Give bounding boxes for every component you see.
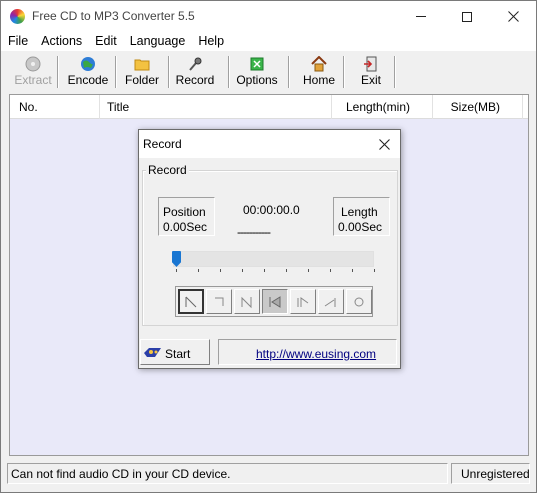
forward-icon (297, 296, 309, 307)
pause-icon (241, 296, 252, 308)
start-icon (143, 345, 163, 362)
record-play-button[interactable] (178, 289, 204, 314)
level-display: ----------- (237, 225, 271, 239)
title-bar: Free CD to MP3 Converter 5.5 (1, 1, 536, 32)
toolbar-separator (288, 56, 290, 88)
exit-label: Exit (360, 73, 381, 87)
toolbar-separator (115, 56, 117, 88)
toolbar-separator (343, 56, 345, 88)
toolbar-separator (57, 56, 59, 88)
start-button[interactable]: Start (140, 339, 210, 365)
main-window: Free CD to MP3 Converter 5.5 File Action… (0, 0, 537, 493)
rewind-icon (269, 295, 281, 308)
options-icon (249, 56, 265, 72)
record-controls (175, 286, 373, 317)
record-dialog: Record Record Position 0.00Sec 00:00:00.… (138, 129, 401, 369)
record-button[interactable]: Record (174, 55, 216, 89)
encode-label: Encode (67, 73, 109, 87)
options-button[interactable]: Options (236, 55, 278, 89)
menu-help[interactable]: Help (191, 32, 230, 51)
home-label: Home (302, 73, 335, 87)
exit-icon (363, 56, 379, 72)
position-label: Position (163, 205, 206, 219)
menu-actions[interactable]: Actions (34, 32, 88, 51)
record-dot-icon (354, 297, 364, 306)
column-header-title[interactable]: Title (100, 95, 332, 119)
folder-label: Folder (124, 73, 159, 87)
status-message: Can not find audio CD in your CD device. (7, 463, 448, 484)
position-box: Position 0.00Sec (158, 197, 215, 236)
record-dot-button[interactable] (346, 289, 372, 314)
position-value: 0.00Sec (163, 220, 208, 234)
list-header: No. Title Length(min) Size(MB) (10, 95, 528, 119)
website-link-box: http://www.eusing.com (218, 339, 397, 365)
cd-app-icon (10, 9, 25, 24)
home-icon (311, 56, 327, 72)
globe-icon (80, 56, 96, 72)
maximize-icon (462, 11, 472, 22)
position-slider-track[interactable] (173, 251, 374, 267)
menu-language[interactable]: Language (123, 32, 192, 51)
time-display: 00:00:00.0 (243, 203, 300, 217)
menu-edit[interactable]: Edit (88, 32, 123, 51)
toolbar-separator (228, 56, 230, 88)
stop-icon (215, 297, 224, 306)
minimize-button[interactable] (398, 1, 444, 32)
start-label: Start (165, 347, 191, 361)
microphone-icon (187, 56, 203, 72)
end-icon (324, 297, 336, 307)
options-label: Options (236, 73, 278, 87)
end-button[interactable] (318, 289, 344, 314)
stop-button[interactable] (206, 289, 232, 314)
extract-label: Extract (14, 73, 52, 87)
length-label: Length (341, 205, 378, 219)
home-button[interactable]: Home (300, 55, 338, 89)
close-icon (378, 138, 390, 150)
column-header-length[interactable]: Length(min) (332, 95, 433, 119)
length-box: Length 0.00Sec (333, 197, 390, 236)
rewind-button[interactable] (262, 289, 288, 314)
close-icon (507, 11, 519, 22)
dialog-close-button[interactable] (375, 135, 393, 153)
extract-button[interactable]: Extract (13, 55, 53, 89)
status-bar: Can not find audio CD in your CD device.… (1, 461, 536, 492)
window-title: Free CD to MP3 Converter 5.5 (32, 9, 195, 23)
menu-bar: File Actions Edit Language Help (1, 32, 536, 51)
dialog-title: Record (143, 137, 182, 151)
column-header-size[interactable]: Size(MB) (433, 95, 523, 119)
toolbar: Extract Encode Folder Record Options Hom… (1, 52, 536, 91)
menu-file[interactable]: File (1, 32, 34, 51)
folder-icon (134, 56, 150, 72)
dialog-title-bar: Record (139, 130, 400, 158)
exit-button[interactable]: Exit (357, 55, 385, 89)
close-button[interactable] (490, 1, 536, 32)
folder-button[interactable]: Folder (122, 55, 162, 89)
record-group-label: Record (146, 163, 189, 177)
toolbar-separator (168, 56, 170, 88)
forward-button[interactable] (290, 289, 316, 314)
registration-status: Unregistered (451, 463, 530, 484)
slider-ticks (176, 269, 376, 273)
record-label: Record (175, 73, 215, 87)
pause-button[interactable] (234, 289, 260, 314)
website-link[interactable]: http://www.eusing.com (256, 347, 376, 361)
length-value: 0.00Sec (338, 220, 383, 234)
play-icon (185, 296, 197, 307)
encode-button[interactable]: Encode (65, 55, 111, 89)
toolbar-separator (394, 56, 396, 88)
column-header-no[interactable]: No. (10, 95, 100, 119)
minimize-icon (416, 16, 426, 17)
maximize-button[interactable] (444, 1, 490, 32)
extract-cd-icon (25, 56, 41, 72)
